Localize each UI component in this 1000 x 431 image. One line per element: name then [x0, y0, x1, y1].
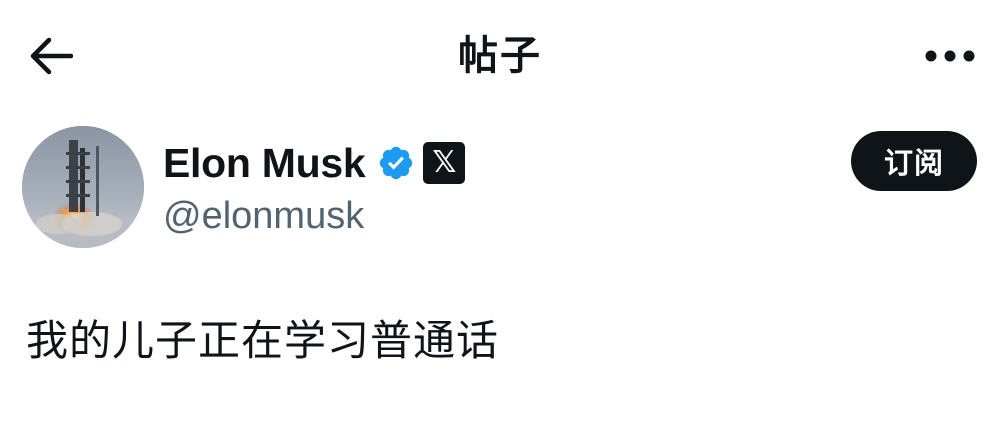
x-affiliate-badge-icon[interactable]: 𝕏 [423, 142, 466, 184]
more-options-button[interactable] [920, 36, 980, 76]
subscribe-button[interactable]: 订阅 [851, 131, 977, 191]
post-body-text: 我的儿子正在学习普通话 [26, 316, 500, 365]
author-name-row: Elon Musk 𝕏 [163, 137, 466, 189]
post-detail-page: 帖子 Elon Musk 𝕏 @elonmusk 订阅 我的儿子正在学习普通话 [0, 0, 1000, 431]
more-horizontal-icon [925, 50, 975, 62]
page-title: 帖子 [458, 33, 542, 79]
verified-badge-icon[interactable] [377, 144, 415, 182]
top-bar: 帖子 [0, 0, 1000, 110]
author-handle[interactable]: @elonmusk [163, 192, 364, 240]
rocket-launch-avatar [22, 126, 144, 248]
avatar[interactable] [22, 126, 144, 248]
author-display-name[interactable]: Elon Musk [163, 137, 366, 189]
